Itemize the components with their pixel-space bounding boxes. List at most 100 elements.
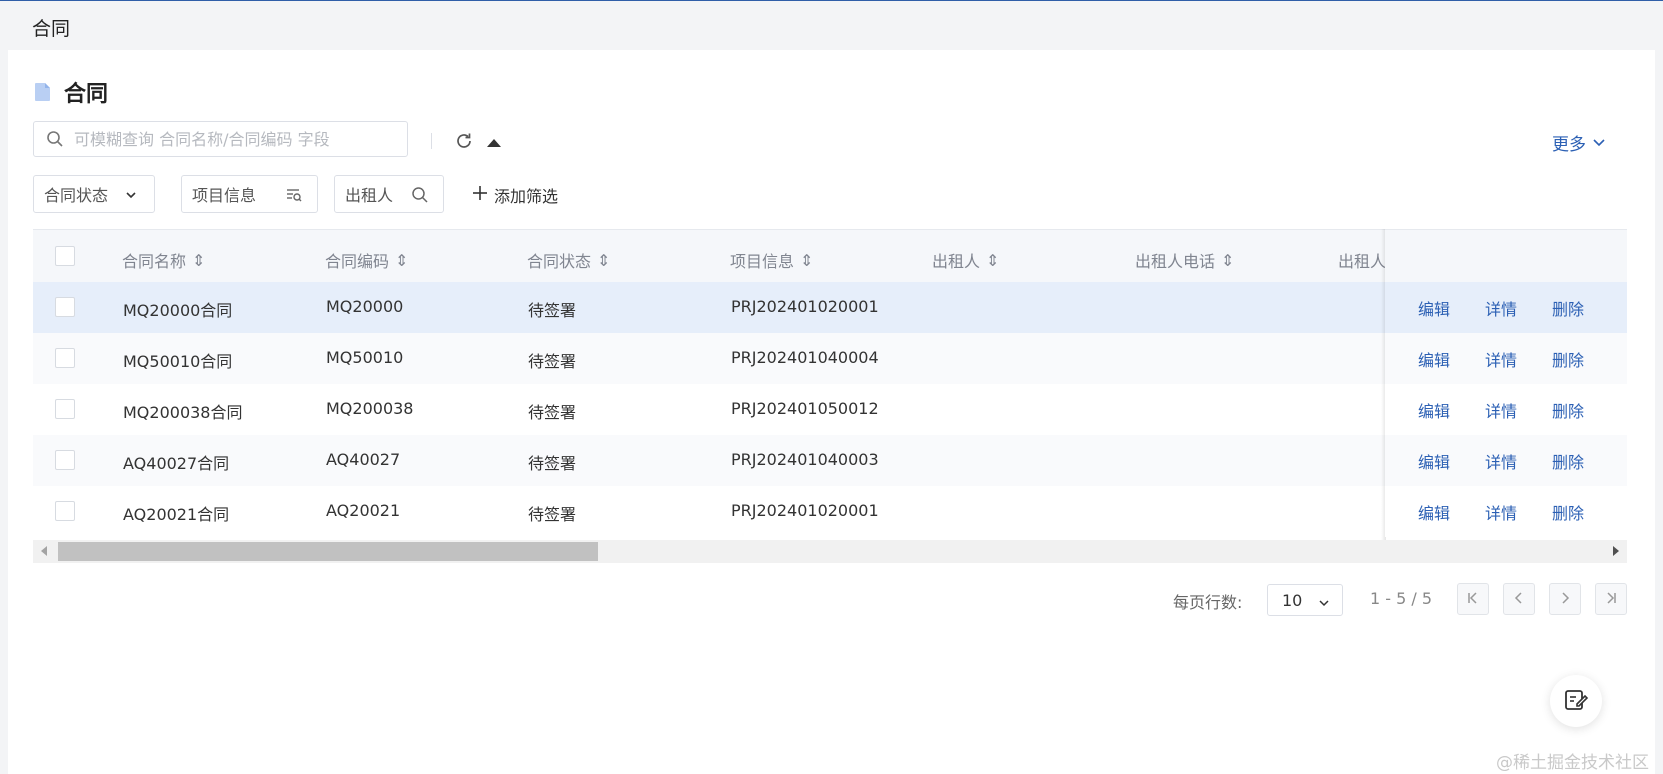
filter-search-icon <box>285 186 303 204</box>
search-icon <box>46 130 64 148</box>
chevron-down-icon <box>122 186 140 204</box>
cell-contract-name: MQ50010合同 <box>123 352 233 371</box>
sort-icon: ⇕ <box>192 250 206 270</box>
row-checkbox[interactable] <box>55 450 75 470</box>
breadcrumb[interactable]: 合同 <box>32 14 70 41</box>
filter-label: 合同状态 <box>44 186 109 205</box>
actions-column-header <box>1385 229 1627 282</box>
delete-link[interactable]: 删除 <box>1552 449 1584 473</box>
cell-contract-code: AQ40027 <box>326 450 401 469</box>
detail-link[interactable]: 详情 <box>1485 296 1517 320</box>
column-header-contract-code[interactable]: 合同编码 ⇕ <box>325 248 408 272</box>
watermark-text: @稀土掘金技术社区 <box>1496 753 1649 773</box>
document-icon <box>34 82 52 102</box>
scroll-left-arrow-icon[interactable] <box>41 546 47 556</box>
actions-cell: 编辑 详情 删除 <box>1385 486 1627 537</box>
delete-link[interactable]: 删除 <box>1552 500 1584 524</box>
cell-contract-code: MQ20000 <box>326 297 404 316</box>
delete-link[interactable]: 删除 <box>1552 296 1584 320</box>
delete-link[interactable]: 删除 <box>1552 347 1584 371</box>
edit-note-button[interactable] <box>1550 675 1602 727</box>
rows-per-page-label: 每页行数: <box>1173 593 1243 612</box>
cell-contract-code: MQ50010 <box>326 348 404 367</box>
cell-contract-name: MQ20000合同 <box>123 301 233 320</box>
chevron-down-icon <box>1592 133 1606 153</box>
column-header-lessor-truncated[interactable]: 出租人 <box>1338 248 1386 272</box>
edit-link[interactable]: 编辑 <box>1418 449 1450 473</box>
search-input[interactable] <box>72 128 396 150</box>
chevron-left-icon <box>1512 590 1526 609</box>
filter-lessor[interactable]: 出租人 <box>334 175 444 213</box>
filter-label: 项目信息 <box>192 186 257 205</box>
column-header-contract-name[interactable]: 合同名称 ⇕ <box>122 248 205 272</box>
actions-cell: 编辑 详情 删除 <box>1385 435 1627 486</box>
cell-contract-name: MQ200038合同 <box>123 403 243 422</box>
filter-contract-status[interactable]: 合同状态 <box>33 175 155 213</box>
page-size-select[interactable]: 10 <box>1267 584 1343 616</box>
cell-project-info: PRJ202401040004 <box>731 348 879 367</box>
page-size-value: 10 <box>1282 590 1303 610</box>
scrollbar-thumb[interactable] <box>58 542 598 561</box>
scroll-right-arrow-icon[interactable] <box>1613 546 1619 556</box>
detail-link[interactable]: 详情 <box>1485 398 1517 422</box>
detail-link[interactable]: 详情 <box>1485 347 1517 371</box>
edit-link[interactable]: 编辑 <box>1418 347 1450 371</box>
sort-icon: ⇕ <box>986 250 1000 270</box>
page-title-text: 合同 <box>64 82 109 107</box>
filter-project-info[interactable]: 项目信息 <box>181 175 318 213</box>
edit-link[interactable]: 编辑 <box>1418 296 1450 320</box>
refresh-icon[interactable] <box>454 131 474 151</box>
first-page-button[interactable] <box>1457 583 1489 615</box>
chevron-right-icon <box>1558 590 1572 609</box>
add-filter-button[interactable]: 添加筛选 <box>472 183 558 207</box>
sort-icon: ⇕ <box>1221 250 1235 270</box>
detail-link[interactable]: 详情 <box>1485 500 1517 524</box>
sort-icon: ⇕ <box>395 250 409 270</box>
more-button[interactable]: 更多 <box>1552 130 1606 155</box>
horizontal-scrollbar[interactable] <box>33 540 1627 563</box>
column-header-contract-status[interactable]: 合同状态 ⇕ <box>527 248 610 272</box>
search-box[interactable] <box>33 121 408 157</box>
column-header-project-info[interactable]: 项目信息 ⇕ <box>730 248 813 272</box>
search-icon <box>411 186 429 204</box>
select-all-checkbox[interactable] <box>55 246 75 266</box>
pagination-range: 1 - 5 / 5 <box>1370 589 1433 608</box>
actions-cell: 编辑 详情 删除 <box>1385 384 1627 435</box>
cell-project-info: PRJ202401020001 <box>731 297 879 316</box>
cell-contract-code: MQ200038 <box>326 399 414 418</box>
cell-contract-name: AQ20021合同 <box>123 505 230 524</box>
last-page-button[interactable] <box>1595 583 1627 615</box>
previous-page-button[interactable] <box>1503 583 1535 615</box>
row-checkbox[interactable] <box>55 348 75 368</box>
column-header-lessor[interactable]: 出租人 ⇕ <box>932 248 999 272</box>
edit-link[interactable]: 编辑 <box>1418 398 1450 422</box>
column-header-lessor-phone[interactable]: 出租人电话 ⇕ <box>1135 248 1234 272</box>
cell-contract-status: 待签署 <box>528 352 577 371</box>
cell-contract-code: AQ20021 <box>326 501 401 520</box>
row-checkbox[interactable] <box>55 501 75 521</box>
actions-cell: 编辑 详情 删除 <box>1385 282 1627 333</box>
collapse-up-icon[interactable] <box>486 134 502 147</box>
plus-icon <box>472 185 488 205</box>
cell-contract-status: 待签署 <box>528 301 577 320</box>
cell-project-info: PRJ202401020001 <box>731 501 879 520</box>
chevron-down-icon <box>1318 594 1330 613</box>
toolbar-divider <box>431 133 432 149</box>
row-checkbox[interactable] <box>55 297 75 317</box>
row-checkbox[interactable] <box>55 399 75 419</box>
top-accent-line <box>0 0 1663 1</box>
cell-project-info: PRJ202401040003 <box>731 450 879 469</box>
contract-table: 合同名称 ⇕ 合同编码 ⇕ 合同状态 ⇕ 项目信息 ⇕ 出租人 ⇕ 出租人电话 ⇕ 出租人 … <box>33 229 1627 563</box>
detail-link[interactable]: 详情 <box>1485 449 1517 473</box>
more-label: 更多 <box>1552 135 1586 155</box>
add-filter-label: 添加筛选 <box>494 187 559 206</box>
edit-note-icon <box>1563 686 1589 716</box>
filter-label: 出租人 <box>345 186 394 205</box>
delete-link[interactable]: 删除 <box>1552 398 1584 422</box>
edit-link[interactable]: 编辑 <box>1418 500 1450 524</box>
next-page-button[interactable] <box>1549 583 1581 615</box>
cell-project-info: PRJ202401050012 <box>731 399 879 418</box>
cell-contract-status: 待签署 <box>528 403 577 422</box>
page-title: 合同 <box>34 76 108 108</box>
cell-contract-status: 待签署 <box>528 505 577 524</box>
